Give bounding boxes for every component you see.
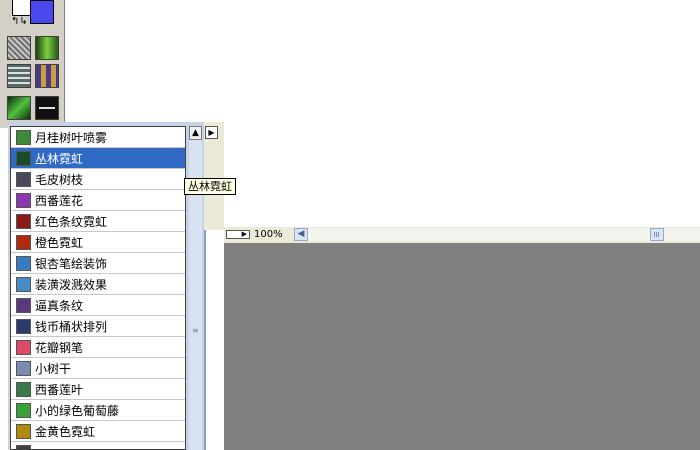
small-trunk-icon (16, 360, 31, 376)
list-item[interactable]: 月桂树叶喷雾 (11, 127, 185, 148)
list-item-label: 毛皮树枝 (35, 172, 84, 187)
splash-icon (16, 276, 31, 292)
list-item-label: 装潢泼溅效果 (35, 277, 108, 292)
list-item-label: 西番莲花 (35, 193, 84, 208)
list-item[interactable]: 橙色霓虹 (11, 232, 185, 253)
passion-flower-icon (16, 192, 31, 208)
brush-dropdown-panel: 月桂树叶喷雾 丛林霓虹毛皮树枝西番莲花红色条纹霓虹 橙色霓虹银杏笔绘装饰 装潢泼溅效果… (8, 122, 206, 450)
list-item[interactable] (11, 442, 185, 449)
brush-tile-stone[interactable] (7, 64, 31, 88)
workspace-canvas (224, 243, 700, 450)
list-item-label: 小树干 (35, 361, 72, 376)
list-item-label: 逼真条纹 (35, 298, 84, 313)
list-item[interactable]: 金黄色霓虹 (11, 421, 185, 442)
status-bar: ▶ 100% ◀ (224, 226, 700, 244)
horizontal-scrollbar[interactable]: ◀ (294, 228, 700, 241)
scroll-thumb[interactable] (650, 228, 664, 241)
list-item-label: 花瓣钢笔 (35, 340, 84, 355)
tooltip: 丛林霓虹 (184, 178, 236, 195)
brush-tile-plaid[interactable] (35, 64, 59, 88)
passion-leaf-icon (16, 381, 31, 397)
zoom-menu-arrow-icon[interactable]: ▶ (226, 230, 250, 239)
list-item[interactable]: 银杏笔绘装饰 (11, 253, 185, 274)
list-item-label: 月桂树叶喷雾 (35, 130, 108, 145)
scroll-grip-icon[interactable]: ≡ (192, 326, 199, 335)
orange-neon-icon (16, 234, 31, 250)
golden-neon-icon (16, 423, 31, 439)
list-item-label: 银杏笔绘装饰 (35, 256, 108, 271)
brush-tile-leaf[interactable] (7, 96, 31, 120)
list-item[interactable]: 红色条纹霓虹 (11, 211, 185, 232)
brush-tile-green[interactable] (35, 36, 59, 60)
scroll-left-icon[interactable]: ◀ (294, 228, 308, 241)
background-color-swatch[interactable] (12, 0, 32, 16)
jungle-neon-icon (16, 150, 31, 166)
realistic-stripe-icon (16, 297, 31, 313)
foreground-color-swatch[interactable] (30, 0, 54, 24)
fur-branch-icon (16, 171, 31, 187)
petal-pen-icon (16, 339, 31, 355)
list-item-label: 小的绿色葡萄藤 (35, 403, 120, 418)
list-item[interactable]: 小树干 (11, 358, 185, 379)
swap-colors-icon[interactable]: ↰↳ (11, 17, 28, 27)
list-item[interactable]: 逼真条纹 (11, 295, 185, 316)
coin-barrel-icon (16, 318, 31, 334)
brush-tile-black[interactable] (35, 96, 59, 120)
scroll-up-icon[interactable]: ▲ (189, 126, 202, 140)
brush-tile-gray[interactable] (7, 36, 31, 60)
list-item[interactable]: 花瓣钢笔 (11, 337, 185, 358)
list-item[interactable]: 装潢泼溅效果 (11, 274, 185, 295)
partial-item-icon (16, 444, 31, 449)
laurel-leaf-icon (16, 129, 31, 145)
brush-list-scrollbar[interactable]: ▲ ≡ (189, 126, 202, 450)
expand-arrow-icon[interactable]: ▶ (205, 126, 218, 139)
ginkgo-icon (16, 255, 31, 271)
list-item-label: 橙色霓虹 (35, 235, 84, 250)
list-item[interactable]: 毛皮树枝 (11, 169, 185, 190)
zoom-level[interactable]: 100% (254, 228, 283, 241)
list-item-label: 丛林霓虹 (35, 151, 84, 166)
red-stripe-neon-icon (16, 213, 31, 229)
green-vine-icon (16, 402, 31, 418)
list-item-label: 红色条纹霓虹 (35, 214, 108, 229)
list-item-label: 金黄色霓虹 (35, 424, 96, 439)
toolbox: ↰↳ (0, 0, 65, 128)
list-item[interactable]: 西番莲叶 (11, 379, 185, 400)
list-item-label: 钱币桶状排列 (35, 319, 108, 334)
list-item[interactable]: 西番莲花 (11, 190, 185, 211)
list-item[interactable]: 小的绿色葡萄藤 (11, 400, 185, 421)
brush-list[interactable]: 月桂树叶喷雾 丛林霓虹毛皮树枝西番莲花红色条纹霓虹 橙色霓虹银杏笔绘装饰 装潢泼溅效果… (10, 126, 186, 450)
list-item-label: 西番莲叶 (35, 382, 84, 397)
list-item[interactable]: 钱币桶状排列 (11, 316, 185, 337)
list-item[interactable]: 丛林霓虹 (11, 148, 185, 169)
